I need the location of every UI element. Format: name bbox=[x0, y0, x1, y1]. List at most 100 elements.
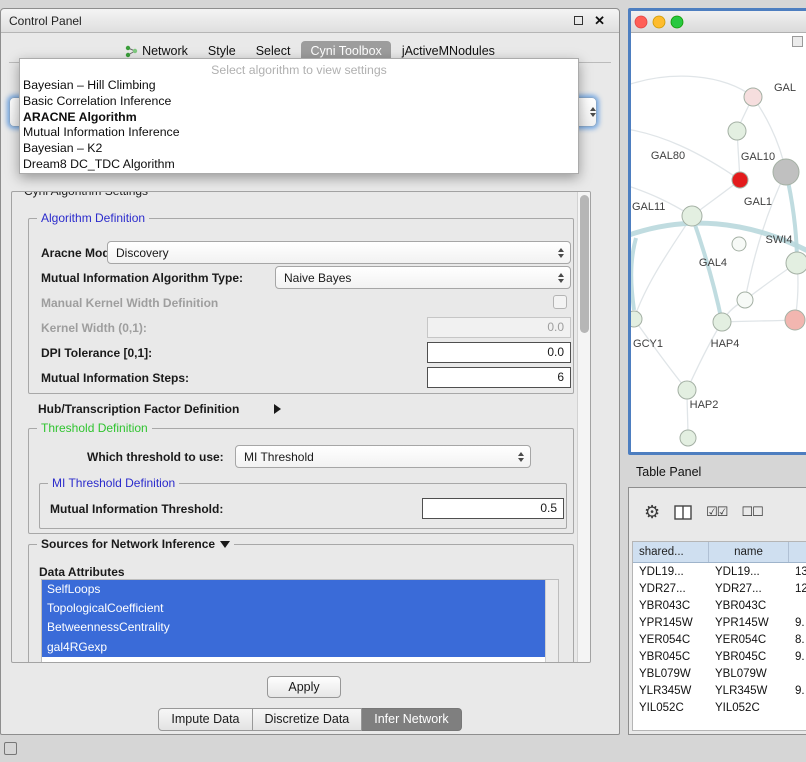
panel-grip-icon[interactable] bbox=[4, 742, 17, 755]
table-cell: YPR145W bbox=[633, 614, 709, 631]
tab-discretize-data[interactable]: Discretize Data bbox=[253, 708, 363, 731]
gear-icon[interactable]: ⚙ bbox=[644, 503, 660, 521]
node-gcy1[interactable] bbox=[631, 311, 642, 327]
node-label: SWI4 bbox=[766, 234, 793, 246]
mi-threshold-group: MI Threshold Definition Mutual Informati… bbox=[39, 483, 567, 529]
node-gal10[interactable] bbox=[732, 172, 748, 188]
table-row[interactable]: YBL079WYBL079W bbox=[633, 665, 806, 682]
node[interactable] bbox=[680, 430, 696, 446]
table-cell: YDL19... bbox=[633, 563, 709, 580]
algorithm-option[interactable]: Bayesian – Hill Climbing bbox=[20, 78, 578, 94]
data-attributes-list: SelfLoopsTopologicalCoefficientBetweenne… bbox=[41, 579, 559, 663]
table-cell: YBR045C bbox=[633, 648, 709, 665]
node-hap4[interactable] bbox=[713, 313, 731, 331]
algorithm-definition-title: Algorithm Definition bbox=[37, 211, 149, 225]
control-panel-titlebar[interactable]: Control Panel ✕ bbox=[1, 9, 619, 33]
table-row[interactable]: YER054CYER054C8. bbox=[633, 631, 806, 648]
algorithm-option[interactable]: ARACNE Algorithm bbox=[20, 110, 578, 126]
column-header[interactable] bbox=[789, 542, 806, 562]
node[interactable] bbox=[732, 237, 746, 251]
tab-impute-data[interactable]: Impute Data bbox=[158, 708, 252, 731]
node-gal11[interactable] bbox=[682, 206, 702, 226]
table-cell: YIL052C bbox=[709, 699, 789, 716]
combo-arrows-icon bbox=[558, 273, 564, 283]
minimize-traffic-light[interactable] bbox=[653, 16, 665, 28]
apply-button[interactable]: Apply bbox=[267, 676, 341, 698]
tab-infer-network[interactable]: Infer Network bbox=[362, 708, 461, 731]
algorithm-option[interactable]: Basic Correlation Inference bbox=[20, 94, 578, 110]
table-cell: YIL052C bbox=[633, 699, 709, 716]
dpi-tolerance-label: DPI Tolerance [0,1]: bbox=[41, 346, 152, 360]
canvas-scroll-corner[interactable] bbox=[792, 36, 803, 47]
table-row[interactable]: YBR043CYBR043C bbox=[633, 597, 806, 614]
table-row[interactable]: YLR345WYLR345W9. bbox=[633, 682, 806, 699]
float-window-icon[interactable] bbox=[574, 16, 583, 25]
cyni-algorithm-settings-group: Cyni Algorithm Settings Algorithm Defini… bbox=[11, 191, 591, 663]
table-cell: YLR345W bbox=[633, 682, 709, 699]
algorithm-placeholder: Select algorithm to view settings bbox=[20, 62, 578, 78]
node[interactable] bbox=[728, 122, 746, 140]
mi-threshold-field[interactable]: 0.5 bbox=[422, 498, 564, 519]
settings-scrollbar[interactable] bbox=[577, 192, 591, 662]
node-hub[interactable] bbox=[773, 159, 799, 185]
table-row[interactable]: YIL052CYIL052C bbox=[633, 699, 806, 716]
node-label: GAL11 bbox=[632, 201, 665, 213]
table-row[interactable]: YDR27...YDR27...12 bbox=[633, 580, 806, 597]
collapsed-arrow-icon[interactable] bbox=[274, 404, 281, 414]
mi-steps-field[interactable]: 6 bbox=[427, 367, 571, 388]
dpi-tolerance-field[interactable]: 0.0 bbox=[427, 342, 571, 363]
combo-arrows-icon bbox=[590, 107, 596, 117]
table-row[interactable]: YBR045CYBR045C9. bbox=[633, 648, 806, 665]
list-scrollbar[interactable] bbox=[545, 580, 558, 663]
node-label: GAL1 bbox=[744, 196, 772, 208]
table-row[interactable]: YDL19...YDL19...13 bbox=[633, 563, 806, 580]
kernel-width-field[interactable]: 0.0 bbox=[427, 317, 571, 338]
node-hap2[interactable] bbox=[678, 381, 696, 399]
algorithm-definition-group: Algorithm Definition Aracne Mode: Discov… bbox=[28, 218, 574, 394]
network-window-titlebar[interactable] bbox=[631, 11, 806, 33]
combo-arrows-icon bbox=[518, 452, 524, 462]
node-label: GAL10 bbox=[741, 151, 775, 163]
table-cell: YDR27... bbox=[633, 580, 709, 597]
sources-group-title[interactable]: Sources for Network Inference bbox=[37, 537, 234, 551]
node-gal80[interactable] bbox=[744, 88, 762, 106]
table-row[interactable]: YPR145WYPR145W9. bbox=[633, 614, 806, 631]
algorithm-option[interactable]: Bayesian – K2 bbox=[20, 141, 578, 157]
algorithm-option[interactable]: Dream8 DC_TDC Algorithm bbox=[20, 157, 578, 173]
close-icon[interactable]: ✕ bbox=[594, 12, 605, 30]
node-label: HAP4 bbox=[711, 338, 740, 350]
attribute-list-item[interactable]: gal4RGexp bbox=[42, 638, 545, 657]
tab-network-label: Network bbox=[142, 44, 188, 58]
network-graph: GAL GAL80 GAL10 GAL11 GAL1 SWI4 GAL4 GCY… bbox=[631, 33, 806, 452]
table-columns-icon[interactable] bbox=[674, 505, 692, 520]
close-traffic-light[interactable] bbox=[635, 16, 647, 28]
table-cell: YBR043C bbox=[633, 597, 709, 614]
manual-kernel-checkbox[interactable] bbox=[553, 295, 567, 309]
hub-definition-expander[interactable]: Hub/Transcription Factor Definition bbox=[12, 400, 590, 418]
network-tab-icon bbox=[125, 45, 138, 58]
mi-type-combobox[interactable]: Naive Bayes bbox=[275, 266, 571, 289]
node-swi4[interactable] bbox=[786, 252, 806, 274]
expanded-arrow-icon[interactable] bbox=[220, 541, 230, 548]
node-label: GAL bbox=[774, 82, 796, 94]
attribute-list-item[interactable]: SelfLoops bbox=[42, 580, 545, 599]
zoom-traffic-light[interactable] bbox=[671, 16, 683, 28]
attribute-list-item[interactable]: BetweennessCentrality bbox=[42, 618, 545, 637]
column-header-name[interactable]: name bbox=[709, 542, 789, 562]
aracne-mode-combobox[interactable]: Discovery bbox=[107, 241, 571, 264]
node[interactable] bbox=[737, 292, 753, 308]
attribute-list-item[interactable]: TopologicalCoefficient bbox=[42, 599, 545, 618]
node-table: shared... name YDL19...YDL19...13YDR27..… bbox=[632, 541, 806, 731]
column-header-shared-name[interactable]: shared... bbox=[633, 542, 709, 562]
table-body: YDL19...YDL19...13YDR27...YDR27...12YBR0… bbox=[633, 563, 806, 716]
algorithm-option[interactable]: Mutual Information Inference bbox=[20, 125, 578, 141]
node-label: GCY1 bbox=[633, 338, 663, 350]
checked-boxes-icon[interactable]: ☑☑ bbox=[706, 504, 727, 520]
node-label: GAL4 bbox=[699, 257, 727, 269]
node[interactable] bbox=[785, 310, 805, 330]
unchecked-boxes-icon[interactable]: ☐☐ bbox=[741, 504, 762, 520]
network-canvas[interactable]: GAL GAL80 GAL10 GAL11 GAL1 SWI4 GAL4 GCY… bbox=[631, 33, 806, 452]
settings-scrollbar-thumb[interactable] bbox=[580, 195, 589, 333]
network-view-window: GAL GAL80 GAL10 GAL11 GAL1 SWI4 GAL4 GCY… bbox=[628, 8, 806, 455]
which-threshold-combobox[interactable]: MI Threshold bbox=[235, 445, 531, 468]
